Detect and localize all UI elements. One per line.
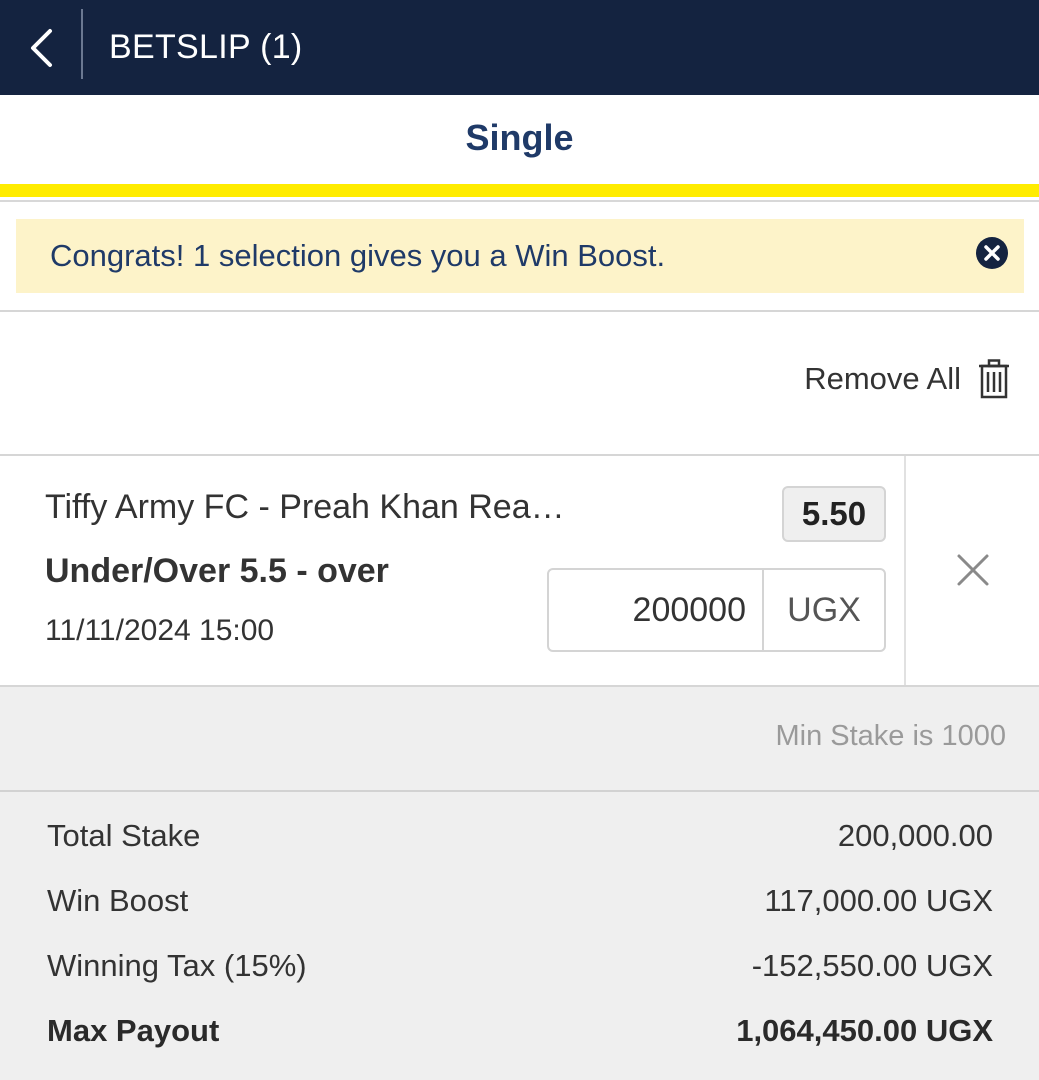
event-name: Tiffy Army FC - Preah Khan Rea… bbox=[45, 488, 565, 526]
summary-row-winning-tax: Winning Tax (15%) -152,550.00 UGX bbox=[47, 946, 993, 986]
summary-divider bbox=[0, 790, 1039, 792]
currency-label: UGX bbox=[787, 591, 861, 629]
summary-row-max-payout: Max Payout 1,064,450.00 UGX bbox=[47, 1011, 993, 1051]
min-stake-note: Min Stake is 1000 bbox=[775, 720, 1006, 752]
summary-label: Win Boost bbox=[47, 883, 189, 918]
tab-divider bbox=[0, 200, 1039, 202]
summary-row-win-boost: Win Boost 117,000.00 UGX bbox=[47, 881, 993, 921]
tab-single[interactable]: Single bbox=[0, 95, 1039, 184]
remove-divider bbox=[904, 456, 906, 685]
remove-all-button[interactable]: Remove All bbox=[804, 354, 1011, 404]
odds-badge: 5.50 bbox=[782, 486, 886, 542]
stake-field: UGX bbox=[547, 568, 886, 652]
summary-value: 200,000.00 bbox=[837, 818, 993, 853]
chevron-left-icon bbox=[31, 28, 52, 67]
active-tab-indicator bbox=[0, 184, 1039, 197]
app-header: BETSLIP (1) bbox=[0, 0, 1039, 95]
summary-value: 117,000.00 UGX bbox=[764, 883, 993, 918]
win-boost-notice: Congrats! 1 selection gives you a Win Bo… bbox=[16, 219, 1024, 293]
bet-type-tabs: Single bbox=[0, 95, 1039, 184]
summary-value: 1,064,450.00 UGX bbox=[736, 1013, 993, 1048]
summary-value: -152,550.00 UGX bbox=[751, 948, 993, 983]
trash-icon bbox=[979, 359, 1009, 399]
close-icon[interactable] bbox=[955, 552, 991, 588]
header-divider bbox=[81, 9, 83, 79]
page-title: BETSLIP (1) bbox=[109, 28, 303, 66]
stake-input[interactable] bbox=[549, 570, 762, 650]
close-circle-icon[interactable] bbox=[975, 236, 1009, 270]
summary-row-total-stake: Total Stake 200,000.00 bbox=[47, 816, 993, 856]
remove-all-label: Remove All bbox=[804, 361, 961, 396]
bet-selection: Tiffy Army FC - Preah Khan Rea… Under/Ov… bbox=[0, 456, 1039, 685]
market-name: Under/Over 5.5 - over bbox=[45, 552, 389, 590]
summary-label: Total Stake bbox=[47, 818, 201, 853]
event-datetime: 11/11/2024 15:00 bbox=[45, 614, 275, 647]
back-button[interactable] bbox=[0, 0, 82, 95]
win-boost-notice-text: Congrats! 1 selection gives you a Win Bo… bbox=[50, 238, 666, 273]
section-divider bbox=[0, 310, 1039, 312]
summary-label: Winning Tax (15%) bbox=[47, 948, 307, 983]
summary-label: Max Payout bbox=[47, 1013, 220, 1048]
